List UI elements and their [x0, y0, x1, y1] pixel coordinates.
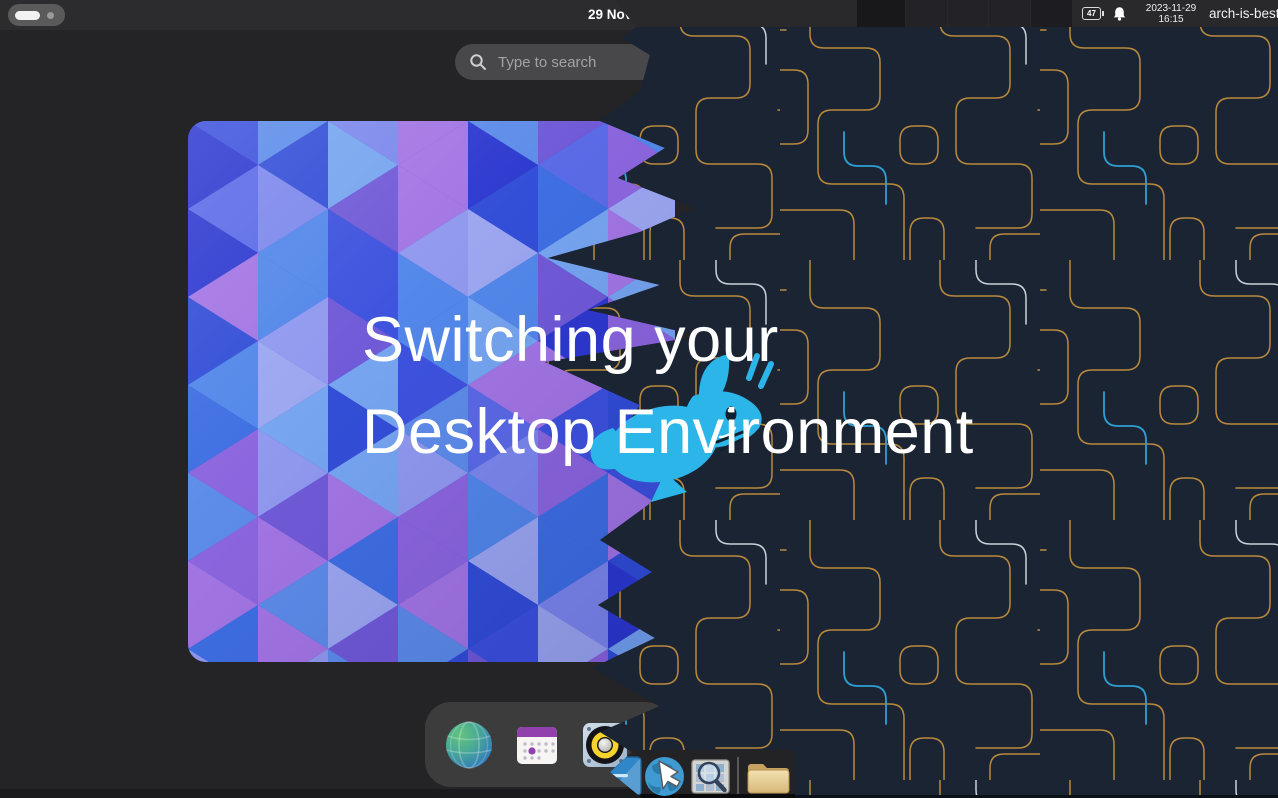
battery-percent: 47	[1082, 7, 1101, 20]
inactive-workspace-dot	[47, 12, 54, 19]
screenshot-root: 29 Nov	[0, 0, 1278, 798]
search-icon	[469, 53, 487, 71]
headline-line-2: Desktop Environment	[362, 386, 974, 478]
active-workspace-pill	[15, 11, 40, 20]
application-finder-icon[interactable]	[691, 757, 730, 798]
hostname-label: arch-is-best	[1209, 0, 1278, 27]
workspace-block[interactable]	[948, 0, 988, 27]
headline: Switching your Desktop Environment	[362, 294, 974, 478]
workspace-block[interactable]	[989, 0, 1030, 27]
battery-nub	[1102, 11, 1104, 16]
workspace-block[interactable]	[906, 0, 947, 27]
status-time: 16:15	[1136, 14, 1206, 25]
status-date: 2023-11-29	[1136, 3, 1206, 14]
folder-icon[interactable]	[746, 759, 791, 798]
search-input[interactable]	[496, 53, 660, 72]
calendar-icon[interactable]	[513, 721, 561, 769]
browser-globe-cursor-icon[interactable]	[644, 756, 685, 798]
headline-line-1: Switching your	[362, 294, 974, 386]
datetime-widget: 2023-11-29 16:15	[1136, 3, 1206, 25]
panel-separator	[737, 757, 739, 794]
workspace-indicator[interactable]	[8, 4, 65, 26]
workspace-block[interactable]	[857, 0, 905, 27]
web-browser-globe-icon[interactable]	[445, 721, 493, 769]
battery-indicator: 47	[1082, 7, 1104, 20]
workspace-block[interactable]	[1031, 0, 1072, 27]
notification-bell-icon[interactable]	[1112, 6, 1127, 21]
